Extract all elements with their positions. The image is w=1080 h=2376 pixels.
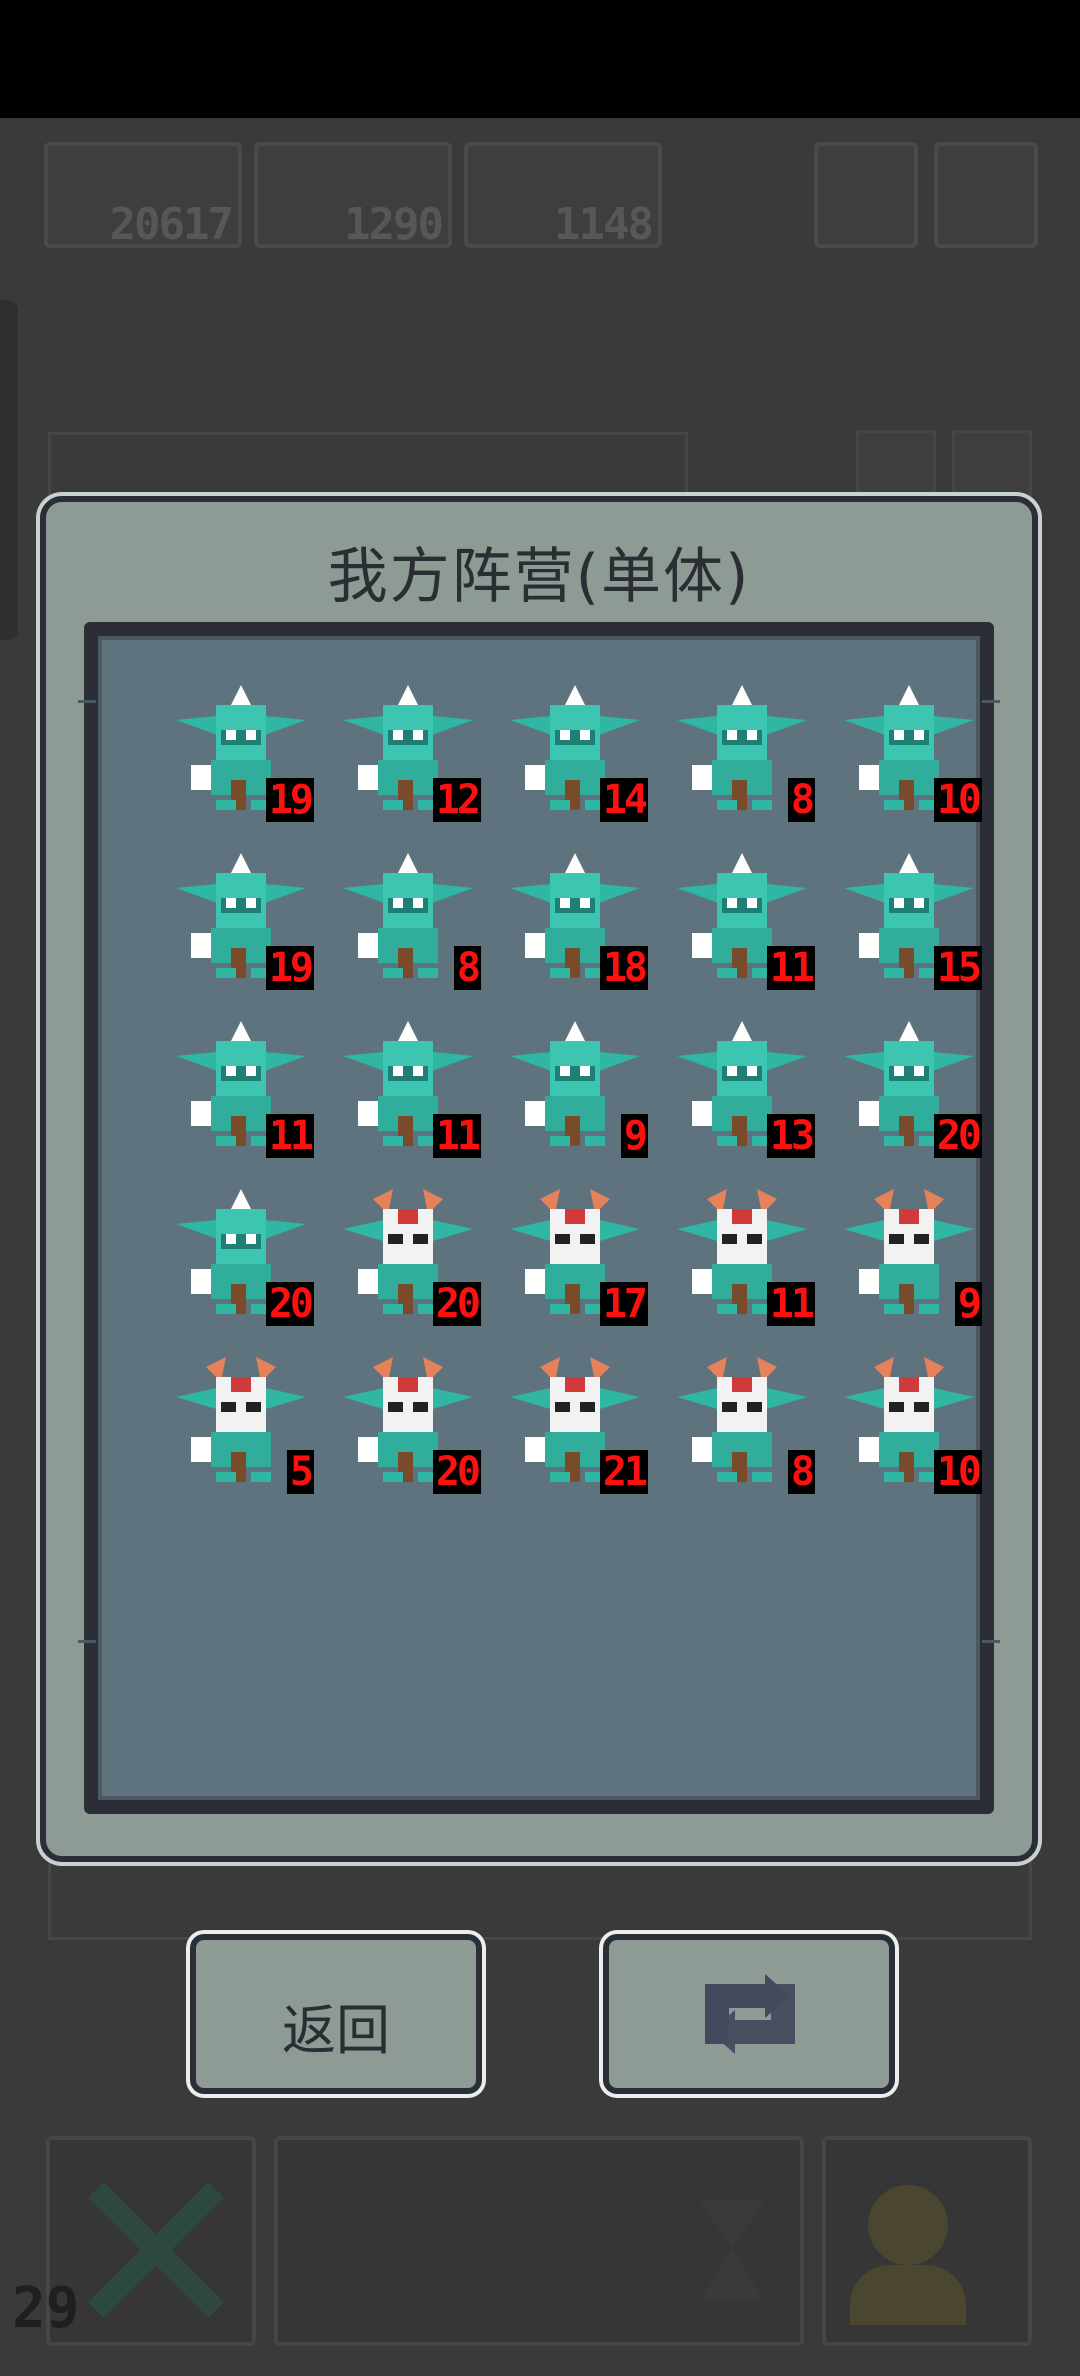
unit-slot[interactable]: 15 bbox=[834, 848, 984, 998]
unit-slot[interactable]: 8 bbox=[333, 848, 483, 998]
unit-slot[interactable]: 12 bbox=[333, 680, 483, 830]
refresh-button[interactable] bbox=[603, 1934, 895, 2094]
unit-count: 18 bbox=[599, 946, 648, 990]
unit-slot[interactable]: 10 bbox=[834, 680, 984, 830]
resource-population: 1290 bbox=[254, 142, 452, 250]
resource-gold: 20617 bbox=[44, 142, 242, 250]
unit-count: 12 bbox=[432, 778, 481, 822]
unit-count: 17 bbox=[599, 1282, 648, 1326]
unit-slot[interactable]: 8 bbox=[667, 680, 817, 830]
refresh-icon bbox=[705, 1974, 795, 2054]
unit-slot[interactable]: 20 bbox=[834, 1016, 984, 1166]
unit-slot[interactable]: 20 bbox=[333, 1352, 483, 1502]
person-icon bbox=[868, 2185, 948, 2265]
unit-slot[interactable]: 8 bbox=[667, 1352, 817, 1502]
hourglass-icon bbox=[700, 2200, 764, 2250]
unit-slot[interactable]: 9 bbox=[500, 1016, 650, 1166]
level-indicator: 29 bbox=[12, 2276, 80, 2341]
resource-food: 1148 bbox=[464, 142, 662, 250]
unit-slot[interactable]: 11 bbox=[166, 1016, 316, 1166]
person-icon bbox=[850, 2265, 966, 2325]
unit-slot[interactable]: 20 bbox=[166, 1184, 316, 1334]
unit-count: 20 bbox=[265, 1282, 314, 1326]
unit-count: 9 bbox=[954, 1282, 982, 1326]
unit-count: 11 bbox=[766, 1282, 815, 1326]
unit-slot[interactable]: 17 bbox=[500, 1184, 650, 1334]
unit-count: 19 bbox=[265, 946, 314, 990]
unit-count: 11 bbox=[265, 1114, 314, 1158]
unit-count: 13 bbox=[766, 1114, 815, 1158]
status-bar bbox=[0, 0, 1080, 118]
background-small-button[interactable] bbox=[856, 430, 936, 500]
unit-count: 20 bbox=[432, 1282, 481, 1326]
crossed-swords-icon bbox=[80, 2175, 230, 2325]
unit-count: 15 bbox=[933, 946, 982, 990]
unit-slot[interactable]: 14 bbox=[500, 680, 650, 830]
unit-count: 11 bbox=[766, 946, 815, 990]
unit-slot[interactable]: 19 bbox=[166, 680, 316, 830]
unit-slot[interactable]: 11 bbox=[667, 1184, 817, 1334]
dialog-title: 我方阵营(单体) bbox=[327, 542, 751, 612]
unit-slot[interactable]: 18 bbox=[500, 848, 650, 998]
unit-panel: 19 12 14 8 10 19 8 18 11 15 11 11 9 13 2… bbox=[78, 636, 1000, 1800]
background-strip bbox=[48, 1850, 1032, 1940]
unit-count: 8 bbox=[787, 778, 815, 822]
unit-slot[interactable]: 10 bbox=[834, 1352, 984, 1502]
back-button-label: 返回 bbox=[282, 1999, 390, 2062]
unit-count: 14 bbox=[599, 778, 648, 822]
menu-button[interactable] bbox=[814, 142, 918, 248]
unit-count: 9 bbox=[620, 1114, 648, 1158]
background-panel bbox=[48, 432, 688, 502]
unit-slot[interactable]: 11 bbox=[667, 848, 817, 998]
unit-count: 10 bbox=[933, 1450, 982, 1494]
unit-count: 8 bbox=[453, 946, 481, 990]
side-drawer-handle[interactable] bbox=[0, 300, 18, 640]
unit-count: 20 bbox=[432, 1450, 481, 1494]
unit-count: 19 bbox=[265, 778, 314, 822]
unit-slot[interactable]: 20 bbox=[333, 1184, 483, 1334]
unit-slot[interactable]: 5 bbox=[166, 1352, 316, 1502]
unit-count: 8 bbox=[787, 1450, 815, 1494]
unit-slot[interactable]: 21 bbox=[500, 1352, 650, 1502]
unit-slot[interactable]: 19 bbox=[166, 848, 316, 998]
unit-count: 11 bbox=[432, 1114, 481, 1158]
unit-frame: 19 12 14 8 10 19 8 18 11 15 11 11 9 13 2… bbox=[78, 622, 1000, 1814]
unit-count: 5 bbox=[286, 1450, 314, 1494]
army-dialog: 我方阵营(单体) 19 12 14 8 10 19 8 18 11 15 11 … bbox=[40, 496, 1038, 1862]
background-small-button[interactable] bbox=[952, 430, 1032, 500]
unit-slot[interactable]: 13 bbox=[667, 1016, 817, 1166]
unit-count: 20 bbox=[933, 1114, 982, 1158]
unit-slot[interactable]: 11 bbox=[333, 1016, 483, 1166]
unit-slot[interactable]: 9 bbox=[834, 1184, 984, 1334]
settings-button[interactable] bbox=[934, 142, 1038, 248]
unit-count: 21 bbox=[599, 1450, 648, 1494]
unit-count: 10 bbox=[933, 778, 982, 822]
back-button[interactable]: 返回 bbox=[190, 1934, 482, 2094]
hourglass-icon bbox=[700, 2250, 764, 2300]
